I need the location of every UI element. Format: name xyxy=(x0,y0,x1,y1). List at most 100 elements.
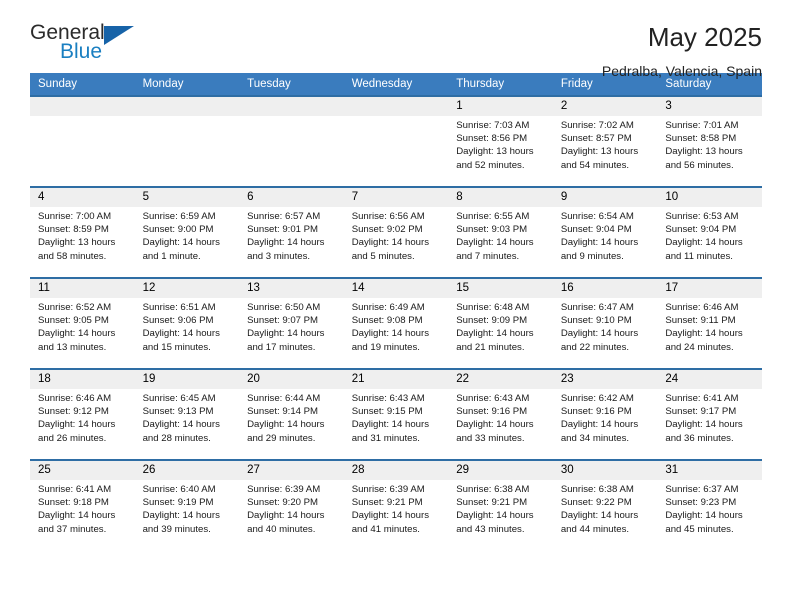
day-cell[interactable]: 1 Sunrise: 7:03 AM Sunset: 8:56 PM Daylight… xyxy=(448,95,553,187)
day-cell[interactable]: 28 Sunrise: 6:39 AM Sunset: 9:21 PM Dayligh… xyxy=(343,459,449,551)
daylight-text-line2: and 28 minutes. xyxy=(142,432,211,444)
day-cell[interactable]: 8 Sunrise: 6:55 AM Sunset: 9:03 PM Daylight… xyxy=(448,186,553,278)
day-info: Sunrise: 6:59 AM Sunset: 9:00 PM Daylight:… xyxy=(135,207,240,263)
day-cell[interactable]: 27 Sunrise: 6:39 AM Sunset: 9:20 PM Dayligh… xyxy=(239,459,344,551)
day-cell[interactable]: 9 Sunrise: 6:54 AM Sunset: 9:04 PM Daylight… xyxy=(552,186,658,278)
day-number: 28 xyxy=(343,461,449,480)
sunrise-text: Sunrise: 6:56 AM xyxy=(351,211,425,222)
day-cell[interactable]: 23 Sunrise: 6:42 AM Sunset: 9:16 PM Dayligh… xyxy=(552,368,658,460)
sunset-text: Sunset: 9:06 PM xyxy=(142,315,214,327)
daylight-text-line2: and 39 minutes. xyxy=(142,523,211,535)
day-cell[interactable]: 20 Sunrise: 6:44 AM Sunset: 9:14 PM Dayligh… xyxy=(239,368,344,460)
day-info: Sunrise: 6:52 AM Sunset: 9:05 PM Daylight:… xyxy=(30,298,135,354)
day-cell[interactable]: 24 Sunrise: 6:41 AM Sunset: 9:17 PM Dayligh… xyxy=(657,368,762,460)
day-number: 5 xyxy=(134,188,240,207)
day-number: 17 xyxy=(657,279,762,298)
general-blue-logo[interactable]: General Blue xyxy=(30,22,150,70)
sunset-text: Sunset: 9:10 PM xyxy=(560,315,632,327)
day-number: 10 xyxy=(657,188,762,207)
daylight-text-line1: Daylight: 14 hours xyxy=(142,237,220,249)
week-row: 11 Sunrise: 6:52 AM Sunset: 9:05 PM Dayligh… xyxy=(30,277,762,369)
day-cell[interactable]: 21 Sunrise: 6:43 AM Sunset: 9:15 PM Dayligh… xyxy=(343,368,449,460)
day-cell[interactable]: 7 Sunrise: 6:56 AM Sunset: 9:02 PM Daylight… xyxy=(343,186,449,278)
daylight-text-line2: and 1 minute. xyxy=(142,250,201,262)
weekday-header-sunday: Sunday xyxy=(30,73,135,96)
day-cell[interactable]: 29 Sunrise: 6:38 AM Sunset: 9:21 PM Dayligh… xyxy=(448,459,553,551)
sunrise-text: Sunrise: 6:48 AM xyxy=(456,302,530,313)
day-number: 8 xyxy=(448,188,553,207)
day-number: 18 xyxy=(30,370,135,389)
day-cell[interactable]: 16 Sunrise: 6:47 AM Sunset: 9:10 PM Dayligh… xyxy=(552,277,658,369)
day-number xyxy=(239,97,344,116)
day-info: Sunrise: 6:42 AM Sunset: 9:16 PM Daylight:… xyxy=(553,389,658,445)
day-cell[interactable] xyxy=(134,95,240,187)
sunset-text: Sunset: 9:02 PM xyxy=(351,224,423,236)
day-cell[interactable]: 26 Sunrise: 6:40 AM Sunset: 9:19 PM Dayligh… xyxy=(134,459,240,551)
day-number xyxy=(134,97,240,116)
day-cell[interactable]: 3 Sunrise: 7:01 AM Sunset: 8:58 PM Daylight… xyxy=(657,95,762,187)
daylight-text-line1: Daylight: 14 hours xyxy=(456,510,534,522)
daylight-text-line1: Daylight: 14 hours xyxy=(665,510,743,522)
day-number: 2 xyxy=(552,97,658,116)
day-cell[interactable]: 22 Sunrise: 6:43 AM Sunset: 9:16 PM Dayligh… xyxy=(448,368,553,460)
daylight-text-line1: Daylight: 14 hours xyxy=(38,510,116,522)
day-cell[interactable]: 5 Sunrise: 6:59 AM Sunset: 9:00 PM Daylight… xyxy=(134,186,240,278)
sunrise-text: Sunrise: 6:43 AM xyxy=(351,393,425,404)
daylight-text-line1: Daylight: 14 hours xyxy=(351,237,430,249)
day-number: 30 xyxy=(552,461,658,480)
daylight-text-line2: and 40 minutes. xyxy=(247,523,316,535)
day-cell[interactable]: 12 Sunrise: 6:51 AM Sunset: 9:06 PM Dayligh… xyxy=(134,277,240,369)
day-cell[interactable]: 15 Sunrise: 6:48 AM Sunset: 9:09 PM Dayligh… xyxy=(448,277,553,369)
day-info: Sunrise: 6:41 AM Sunset: 9:17 PM Daylight:… xyxy=(657,389,762,445)
day-cell[interactable] xyxy=(343,95,449,187)
sunset-text: Sunset: 9:21 PM xyxy=(351,497,423,509)
sunset-text: Sunset: 8:56 PM xyxy=(456,133,528,145)
sunset-text: Sunset: 9:18 PM xyxy=(38,497,109,509)
day-cell[interactable]: 19 Sunrise: 6:45 AM Sunset: 9:13 PM Dayligh… xyxy=(134,368,240,460)
sunrise-text: Sunrise: 6:42 AM xyxy=(560,393,634,404)
day-info: Sunrise: 6:49 AM Sunset: 9:08 PM Daylight:… xyxy=(344,298,449,354)
sunset-text: Sunset: 9:09 PM xyxy=(456,315,528,327)
day-cell[interactable] xyxy=(239,95,344,187)
sunset-text: Sunset: 9:04 PM xyxy=(560,224,632,236)
day-number: 13 xyxy=(239,279,344,298)
daylight-text-line2: and 29 minutes. xyxy=(247,432,316,444)
day-info: Sunrise: 7:01 AM Sunset: 8:58 PM Daylight:… xyxy=(657,116,762,172)
sunrise-text: Sunrise: 6:57 AM xyxy=(247,211,321,222)
daylight-text-line1: Daylight: 14 hours xyxy=(247,510,325,522)
day-info: Sunrise: 6:56 AM Sunset: 9:02 PM Daylight:… xyxy=(344,207,449,263)
day-cell[interactable]: 2 Sunrise: 7:02 AM Sunset: 8:57 PM Daylight… xyxy=(552,95,658,187)
day-number xyxy=(30,97,135,116)
day-number: 22 xyxy=(448,370,553,389)
sunrise-text: Sunrise: 6:50 AM xyxy=(247,302,321,313)
day-cell[interactable]: 30 Sunrise: 6:38 AM Sunset: 9:22 PM Dayligh… xyxy=(552,459,658,551)
day-number xyxy=(343,97,449,116)
day-cell[interactable]: 18 Sunrise: 6:46 AM Sunset: 9:12 PM Dayligh… xyxy=(30,368,135,460)
day-cell[interactable]: 6 Sunrise: 6:57 AM Sunset: 9:01 PM Daylight… xyxy=(239,186,344,278)
day-cell[interactable]: 13 Sunrise: 6:50 AM Sunset: 9:07 PM Dayligh… xyxy=(239,277,344,369)
day-cell[interactable]: 31 Sunrise: 6:37 AM Sunset: 9:23 PM Dayligh… xyxy=(657,459,762,551)
day-cell[interactable]: 17 Sunrise: 6:46 AM Sunset: 9:11 PM Dayligh… xyxy=(657,277,762,369)
day-number: 4 xyxy=(30,188,135,207)
day-cell[interactable]: 10 Sunrise: 6:53 AM Sunset: 9:04 PM Dayligh… xyxy=(657,186,762,278)
day-cell[interactable]: 14 Sunrise: 6:49 AM Sunset: 9:08 PM Dayligh… xyxy=(343,277,449,369)
day-cell[interactable]: 11 Sunrise: 6:52 AM Sunset: 9:05 PM Dayligh… xyxy=(30,277,135,369)
day-cell[interactable] xyxy=(30,95,135,187)
daylight-text-line2: and 22 minutes. xyxy=(560,341,630,353)
day-number: 19 xyxy=(134,370,240,389)
daylight-text-line2: and 54 minutes. xyxy=(560,159,630,171)
day-number: 14 xyxy=(343,279,449,298)
day-cell[interactable]: 4 Sunrise: 7:00 AM Sunset: 8:59 PM Daylight… xyxy=(30,186,135,278)
daylight-text-line2: and 24 minutes. xyxy=(665,341,734,353)
day-info: Sunrise: 6:39 AM Sunset: 9:20 PM Daylight:… xyxy=(239,480,344,536)
day-number: 6 xyxy=(239,188,344,207)
daylight-text-line2: and 52 minutes. xyxy=(456,159,525,171)
daylight-text-line1: Daylight: 14 hours xyxy=(665,237,743,249)
calendar-table: Sunday Monday Tuesday Wednesday Thursday… xyxy=(30,73,762,551)
weekday-header-thursday: Thursday xyxy=(448,73,553,96)
sunset-text: Sunset: 9:17 PM xyxy=(665,406,737,418)
sunset-text: Sunset: 9:16 PM xyxy=(456,406,528,418)
triangle-icon xyxy=(104,26,134,45)
day-cell[interactable]: 25 Sunrise: 6:41 AM Sunset: 9:18 PM Dayligh… xyxy=(30,459,135,551)
day-info: Sunrise: 6:47 AM Sunset: 9:10 PM Daylight:… xyxy=(553,298,658,354)
